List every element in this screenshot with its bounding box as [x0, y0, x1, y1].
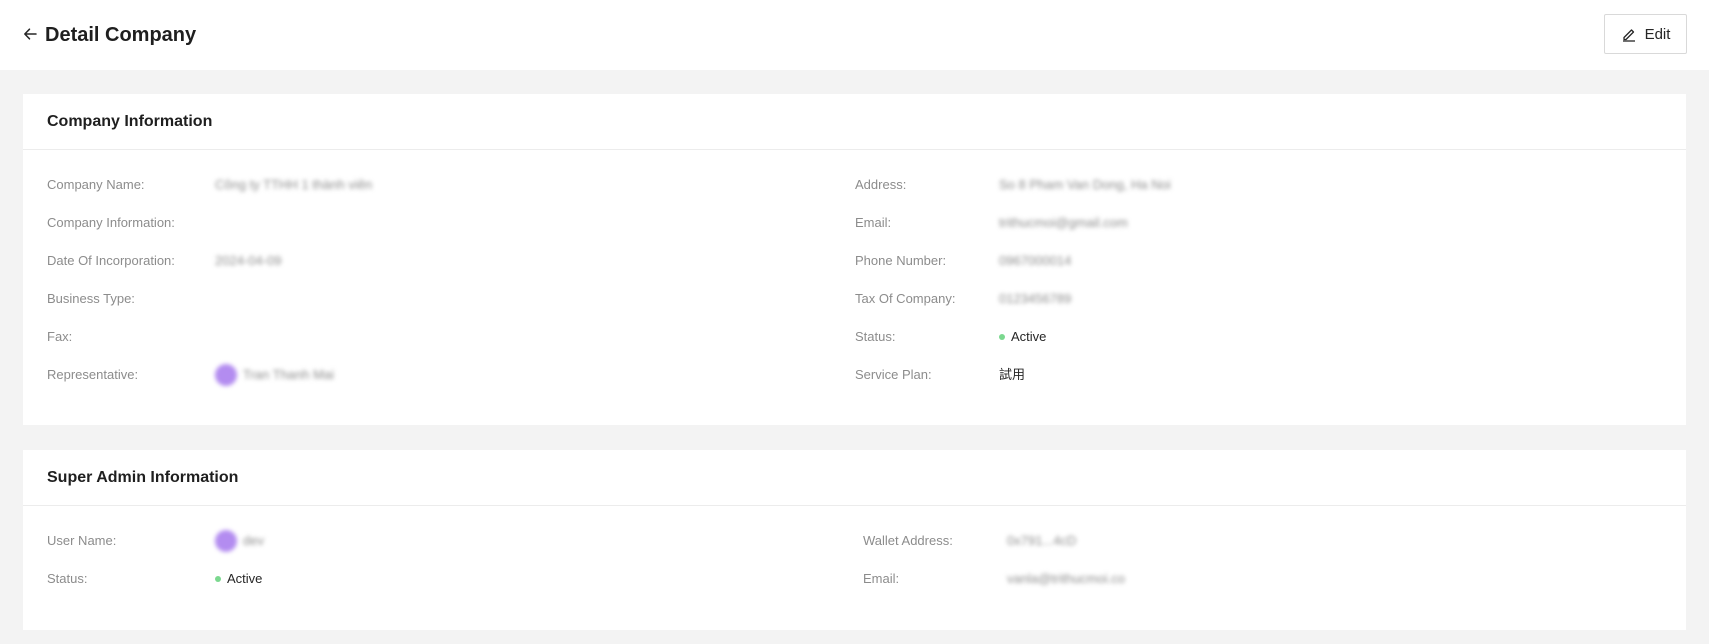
representative-name: Tran Thanh Mai	[243, 367, 335, 382]
company-information-card: Company Information Company Name: Công t…	[23, 94, 1686, 425]
admin-status-field: Status: Active	[47, 570, 262, 588]
status-dot-icon	[999, 334, 1005, 340]
page-title: Detail Company	[45, 24, 197, 46]
address-label: Address:	[855, 177, 907, 192]
company-information-label: Company Information:	[47, 215, 175, 230]
address-field: Address: So 8 Pham Van Dong, Ha Noi	[855, 176, 1171, 194]
user-name-value: dev	[215, 530, 264, 552]
company-status-field: Status: Active	[855, 328, 1046, 346]
super-admin-information-card: Super Admin Information User Name: dev S…	[23, 450, 1686, 630]
date-of-incorporation-label: Date Of Incorporation:	[47, 253, 175, 268]
representative-avatar	[215, 364, 237, 386]
fax-field: Fax:	[47, 328, 72, 346]
admin-email-label: Email:	[863, 571, 900, 586]
address-value: So 8 Pham Van Dong, Ha Noi	[999, 177, 1171, 192]
company-status-text: Active	[1011, 329, 1047, 344]
user-name-field: User Name: dev	[47, 530, 264, 552]
tax-of-company-value: 0123456789	[999, 291, 1072, 306]
representative-field: Representative: Tran Thanh Mai	[47, 364, 334, 386]
company-name-field: Company Name: Công ty TTHH 1 thành viên	[47, 176, 372, 194]
admin-status-value: Active	[215, 570, 262, 588]
status-dot-icon	[215, 576, 221, 582]
email-value: trithucmoi@gmail.com	[999, 215, 1128, 230]
wallet-address-value: 0x791...4cD	[1007, 533, 1077, 548]
phone-number-field: Phone Number: 0967000014	[855, 252, 1071, 270]
phone-number-value: 0967000014	[999, 253, 1072, 268]
company-name-label: Company Name:	[47, 177, 145, 192]
business-type-field: Business Type:	[47, 290, 135, 308]
date-of-incorporation-field: Date Of Incorporation: 2024-04-09	[47, 252, 282, 270]
wallet-address-field: Wallet Address: 0x791...4cD	[863, 532, 1076, 550]
company-information-field: Company Information:	[47, 214, 175, 232]
back-arrow-icon[interactable]	[20, 24, 40, 44]
admin-email-value: vanla@trithucmoi.co	[1007, 571, 1125, 586]
company-status-label: Status:	[855, 329, 896, 344]
edit-button[interactable]: Edit	[1604, 14, 1687, 54]
phone-number-label: Phone Number:	[855, 253, 947, 268]
admin-email-field: Email: vanla@trithucmoi.co	[863, 570, 1125, 588]
email-label: Email:	[855, 215, 892, 230]
service-plan-field: Service Plan: 試用	[855, 366, 1025, 384]
admin-status-text: Active	[227, 571, 263, 586]
representative-label: Representative:	[47, 367, 139, 382]
page-header: Detail Company Edit	[0, 0, 1709, 70]
company-information-title: Company Information	[23, 94, 1686, 150]
super-admin-information-title: Super Admin Information	[23, 450, 1686, 506]
representative-value: Tran Thanh Mai	[215, 364, 334, 386]
user-avatar	[215, 530, 237, 552]
fax-label: Fax:	[47, 329, 73, 344]
company-name-value: Công ty TTHH 1 thành viên	[215, 177, 373, 192]
business-type-label: Business Type:	[47, 291, 135, 306]
admin-status-label: Status:	[47, 571, 88, 586]
user-name-text: dev	[243, 533, 264, 548]
service-plan-label: Service Plan:	[855, 367, 932, 382]
company-status-value: Active	[999, 328, 1046, 346]
user-name-label: User Name:	[47, 533, 117, 548]
date-of-incorporation-value: 2024-04-09	[215, 253, 282, 268]
wallet-address-label: Wallet Address:	[863, 533, 953, 548]
service-plan-value: 試用	[999, 367, 1026, 382]
edit-pencil-icon	[1621, 26, 1637, 42]
tax-of-company-field: Tax Of Company: 0123456789	[855, 290, 1071, 308]
email-field: Email: trithucmoi@gmail.com	[855, 214, 1128, 232]
edit-button-label: Edit	[1644, 25, 1671, 43]
tax-of-company-label: Tax Of Company:	[855, 291, 956, 306]
